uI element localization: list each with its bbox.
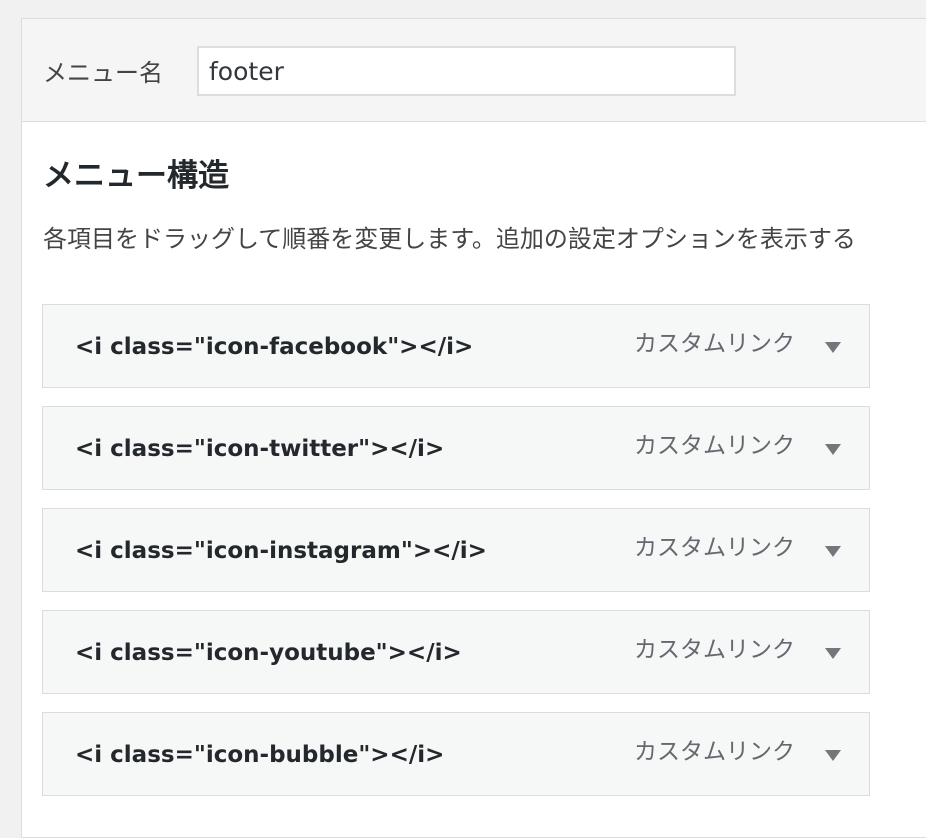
menu-item[interactable]: <i class="icon-bubble"></i> カスタムリンク <box>42 712 870 796</box>
menu-item-type: カスタムリンク <box>634 331 795 357</box>
menu-item-title: <i class="icon-twitter"></i> <box>75 436 445 462</box>
menu-name-input[interactable] <box>197 46 736 96</box>
menu-item-list: <i class="icon-facebook"></i> カスタムリンク <i… <box>42 304 870 814</box>
menu-structure-title: メニュー構造 <box>43 158 229 194</box>
menu-item-title: <i class="icon-bubble"></i> <box>75 742 445 768</box>
menu-item[interactable]: <i class="icon-twitter"></i> カスタムリンク <box>42 406 870 490</box>
triangle-down-icon[interactable] <box>821 437 845 461</box>
menu-item-type: カスタムリンク <box>634 433 795 459</box>
triangle-down-icon[interactable] <box>821 539 845 563</box>
triangle-down-icon[interactable] <box>821 335 845 359</box>
menu-header: メニュー名 <box>22 19 926 122</box>
menu-item-title: <i class="icon-facebook"></i> <box>75 334 474 360</box>
menu-item-title: <i class="icon-instagram"></i> <box>75 538 487 564</box>
menu-item[interactable]: <i class="icon-youtube"></i> カスタムリンク <box>42 610 870 694</box>
menu-name-label: メニュー名 <box>43 59 163 87</box>
menu-item-type: カスタムリンク <box>634 739 795 765</box>
menu-structure-instructions: 各項目をドラッグして順番を変更します。追加の設定オプションを表示する <box>43 225 856 253</box>
menu-item[interactable]: <i class="icon-facebook"></i> カスタムリンク <box>42 304 870 388</box>
menu-edit-panel: メニュー名 メニュー構造 各項目をドラッグして順番を変更します。追加の設定オプシ… <box>21 18 926 838</box>
menu-item-type: カスタムリンク <box>634 535 795 561</box>
menu-item-type: カスタムリンク <box>634 637 795 663</box>
menu-item-title: <i class="icon-youtube"></i> <box>75 640 462 666</box>
triangle-down-icon[interactable] <box>821 743 845 767</box>
menu-item[interactable]: <i class="icon-instagram"></i> カスタムリンク <box>42 508 870 592</box>
triangle-down-icon[interactable] <box>821 641 845 665</box>
